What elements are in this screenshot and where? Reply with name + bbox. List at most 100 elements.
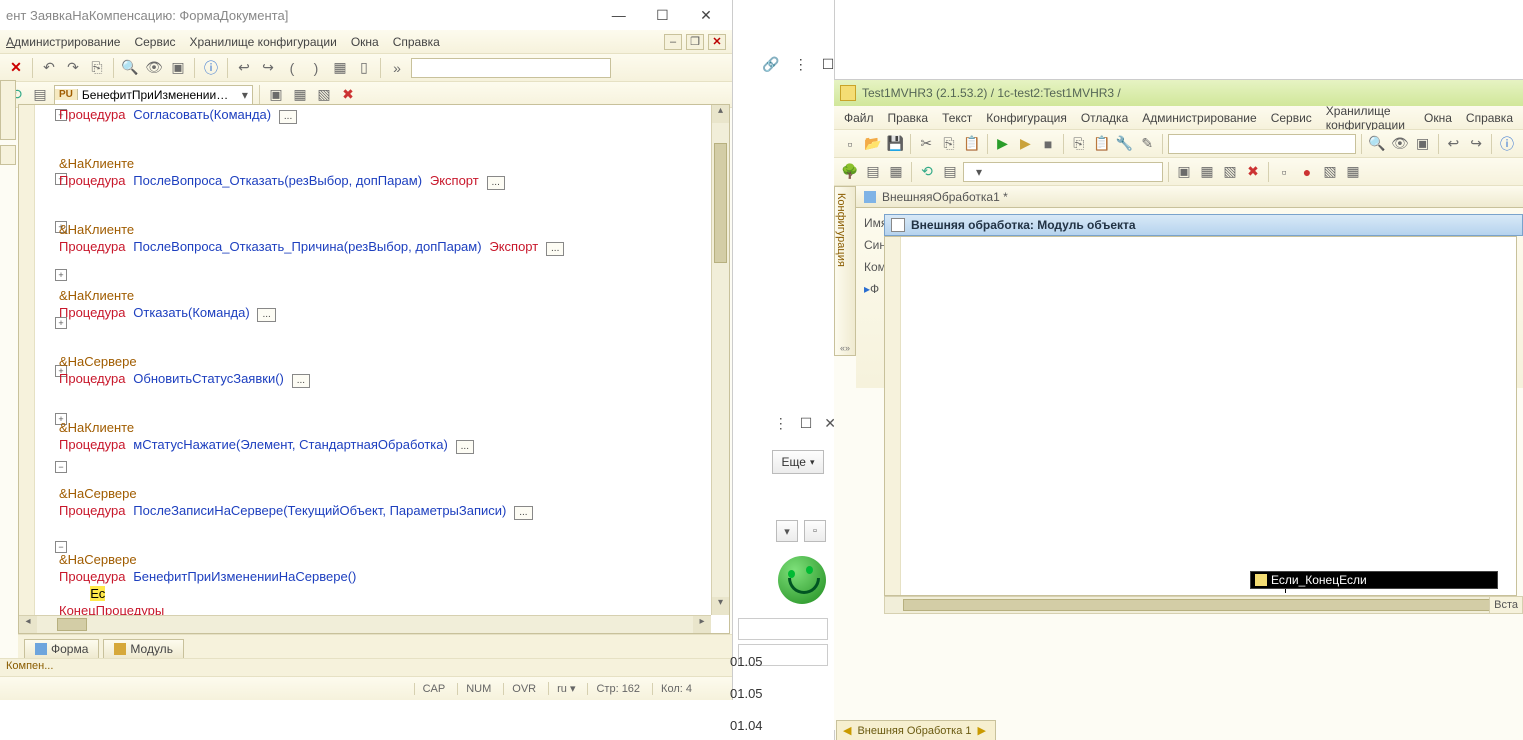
breakpoint-gutter[interactable] (19, 105, 35, 615)
menu-service[interactable]: Сервис (1271, 111, 1312, 125)
menu-help[interactable]: Справка (393, 35, 440, 49)
menu-config[interactable]: Конфигурация (986, 111, 1067, 125)
toolbar-close-icon[interactable]: ✕ (6, 58, 26, 78)
toolbar-replace-icon[interactable]: 👁 (144, 58, 164, 78)
minimize-icon[interactable]: — (599, 7, 639, 23)
scroll-thumb[interactable] (714, 143, 727, 263)
tree-icon[interactable]: 🌳 (840, 162, 860, 182)
tools-icon[interactable]: 🔧 (1115, 134, 1135, 154)
status-lang[interactable]: ru ▾ (548, 682, 575, 695)
toolbar-nav-back-icon[interactable]: ↩ (234, 58, 254, 78)
menu-windows[interactable]: Окна (1424, 111, 1452, 125)
r2-icon-2[interactable]: ▦ (1197, 162, 1217, 182)
toolbar-search-input[interactable] (411, 58, 611, 78)
r2-icon-bp[interactable]: ● (1297, 162, 1317, 182)
more-button[interactable]: Еще▾ (772, 450, 824, 474)
hscroll-thumb[interactable] (57, 618, 87, 631)
r2-icon-6[interactable]: ▧ (1320, 162, 1340, 182)
procedure-combo[interactable]: PU БенефитПриИзмененииНаСере ▾ (54, 85, 253, 105)
hscroll-thumb[interactable] (903, 599, 1498, 611)
props-icon[interactable]: ▤ (863, 162, 883, 182)
detail-button[interactable]: ▫ (804, 520, 826, 542)
save-icon[interactable]: 💾 (886, 134, 906, 154)
menu-admin[interactable]: ААдминистрированиедминистрирование (6, 35, 120, 49)
menu-text[interactable]: Текст (942, 111, 972, 125)
right-search-input[interactable] (1168, 134, 1356, 154)
module-gutter[interactable] (885, 237, 901, 595)
open-folder-icon[interactable]: 📂 (863, 134, 883, 154)
copy-icon[interactable]: ⎘ (939, 134, 959, 154)
wand-icon[interactable]: ✎ (1137, 134, 1157, 154)
mdi-close-icon[interactable]: ✕ (708, 34, 726, 50)
proc-list-icon[interactable]: ▤ (940, 162, 960, 182)
info-icon[interactable]: ⓘ (1497, 134, 1517, 154)
scroll-right-icon[interactable]: ▸ (693, 616, 711, 633)
toolbar-redo-icon[interactable]: ↷ (63, 58, 83, 78)
autocomplete-popup[interactable]: Если_КонецЕсли (1250, 571, 1498, 589)
toolbar-copy-icon[interactable]: ⎘ (87, 58, 107, 78)
mdi-minimize-icon[interactable]: – (664, 34, 682, 50)
document-tab[interactable]: ВнешняяОбработка1 * (856, 186, 1523, 208)
menu-debug[interactable]: Отладка (1081, 111, 1128, 125)
toolbar-doc-icon[interactable]: ▦ (330, 58, 350, 78)
copy2-icon[interactable]: ⎘ (1069, 134, 1089, 154)
fold-gutter[interactable] (35, 105, 59, 615)
paste2-icon[interactable]: 📋 (1092, 134, 1112, 154)
r2-icon-7[interactable]: ▦ (1343, 162, 1363, 182)
stop-icon[interactable]: ■ (1038, 134, 1058, 154)
toolbar-more-icon[interactable]: » (387, 58, 407, 78)
menu-edit[interactable]: Правка (888, 111, 929, 125)
tab-form[interactable]: Форма (24, 639, 99, 658)
config-side-tab[interactable]: Конфигурация «» (834, 186, 856, 356)
r2-icon-3[interactable]: ▧ (1220, 162, 1240, 182)
tb2-icon-4[interactable]: ✖ (338, 85, 358, 105)
tb2-icon-1[interactable]: ▣ (266, 85, 286, 105)
triangle-left-icon[interactable]: ◀ (843, 724, 851, 737)
toolbar-undo-icon[interactable]: ↶ (39, 58, 59, 78)
layout-icon[interactable]: ▦ (886, 162, 906, 182)
toolbar-info-icon[interactable]: ⓘ (201, 58, 221, 78)
mdi-restore-icon[interactable]: ❐ (686, 34, 704, 50)
menu-repo[interactable]: Хранилище конфигурации (190, 35, 337, 49)
bookmark2-icon[interactable]: ▣ (1413, 134, 1433, 154)
new-file-icon[interactable]: ▫ (840, 134, 860, 154)
breadcrumb[interactable]: Компен... (0, 658, 732, 676)
find-eye-icon[interactable]: 👁 (1390, 134, 1410, 154)
left-side-tab-2[interactable] (0, 145, 16, 165)
menu-admin[interactable]: Администрирование (1142, 111, 1256, 125)
scroll-down-icon[interactable]: ▾ (712, 597, 729, 615)
toolbar-nav-fwd-icon[interactable]: ↪ (258, 58, 278, 78)
side-tab-arrows-icon[interactable]: «» (835, 343, 855, 353)
toolbar-paren-left-icon[interactable]: ( (282, 58, 302, 78)
proc-nav-icon[interactable]: ⟲ (917, 162, 937, 182)
menu-windows[interactable]: Окна (351, 35, 379, 49)
scroll-up-icon[interactable]: ▴ (712, 105, 729, 123)
scroll-left-icon[interactable]: ◂ (19, 616, 37, 633)
code-content[interactable]: Процедура Согласовать(Команда) ... &НаКл… (59, 107, 711, 615)
tb2-icon-3[interactable]: ▧ (314, 85, 334, 105)
r2-icon-4[interactable]: ✖ (1243, 162, 1263, 182)
menu-repo[interactable]: Хранилище конфигурации (1326, 104, 1410, 132)
code-editor[interactable]: Процедура Согласовать(Команда) ... &НаКл… (18, 104, 730, 634)
toolbar-page-icon[interactable]: ▯ (354, 58, 374, 78)
close-icon[interactable]: ✕ (686, 7, 726, 24)
debug-icon[interactable]: ▶ (1015, 134, 1035, 154)
kebab-icon[interactable]: ⋮ (774, 415, 788, 432)
maximize-icon[interactable]: ☐ (642, 7, 682, 24)
module-code-editor[interactable] (884, 236, 1517, 596)
triangle-right-icon[interactable]: ▶ (978, 724, 986, 737)
menu-file[interactable]: Файл (844, 111, 874, 125)
toolbar-paren-right-icon[interactable]: ) (306, 58, 326, 78)
menu-service[interactable]: Сервис (134, 35, 175, 49)
nav-fwd-icon[interactable]: ↪ (1466, 134, 1486, 154)
kebab-icon[interactable]: ⋮ (794, 56, 808, 73)
menu-help[interactable]: Справка (1466, 111, 1513, 125)
toolbar-search-icon[interactable]: 🔍 (120, 58, 140, 78)
right-bottom-tab[interactable]: ◀ Внешняя Обработка 1 ▶ (836, 720, 996, 740)
right-procedure-combo[interactable]: ▾ (963, 162, 1163, 182)
horizontal-scrollbar[interactable]: ◂ ▸ (19, 615, 711, 633)
module-hscrollbar[interactable] (884, 596, 1517, 614)
dropdown-small-button[interactable]: ▾ (776, 520, 798, 542)
paste-icon[interactable]: 📋 (962, 134, 982, 154)
vertical-scrollbar[interactable]: ▴ ▾ (711, 105, 729, 615)
